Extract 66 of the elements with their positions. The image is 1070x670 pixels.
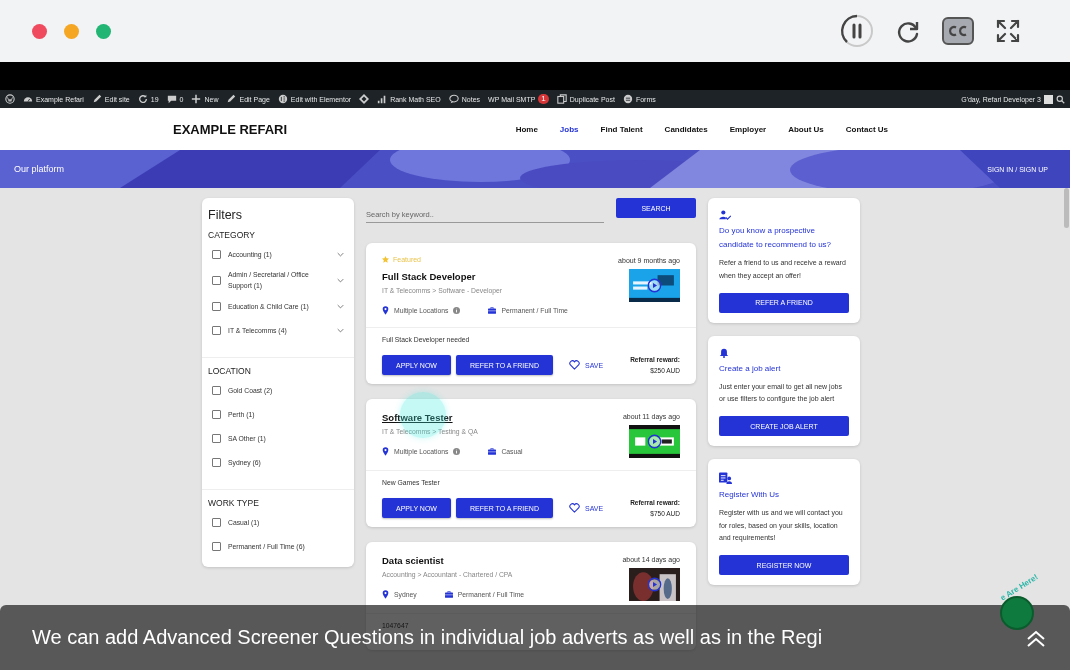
- refresh-icon: [137, 94, 148, 104]
- bell-icon: [719, 347, 729, 358]
- checkbox[interactable]: [212, 457, 221, 467]
- checkbox[interactable]: [212, 433, 221, 443]
- briefcase-icon: [488, 307, 497, 314]
- nav-link[interactable]: Find Talent: [600, 124, 643, 134]
- notification-badge: 1: [538, 94, 549, 104]
- speech-bubble-icon: [448, 94, 459, 104]
- wordpress-icon: [5, 94, 15, 104]
- filter-heading: LOCATION: [208, 366, 252, 376]
- close-window-control[interactable]: [32, 23, 47, 39]
- info-icon[interactable]: [453, 448, 461, 455]
- location-pin-icon: [382, 447, 389, 456]
- nav-link[interactable]: Jobs: [559, 124, 579, 134]
- checkbox[interactable]: [212, 409, 221, 419]
- star-icon: [382, 256, 389, 263]
- filters-title: Filters: [207, 208, 244, 222]
- gauge-icon: [23, 94, 33, 104]
- checkbox[interactable]: [212, 301, 221, 311]
- bar-chart-icon: [377, 94, 388, 104]
- job-title[interactable]: Software Tester: [382, 412, 623, 423]
- fullscreen-button[interactable]: [994, 17, 1022, 45]
- info-icon[interactable]: [453, 307, 461, 314]
- heart-icon: [568, 503, 580, 513]
- heart-icon: [568, 360, 580, 370]
- nav-link[interactable]: Contact Us: [845, 124, 888, 134]
- avatar: [1044, 94, 1053, 104]
- filter-heading: WORK TYPE: [208, 498, 260, 508]
- banner-title: Our platform: [14, 164, 64, 174]
- nav-link[interactable]: Candidates: [664, 124, 708, 134]
- filter-heading: CATEGORY: [208, 230, 256, 240]
- card-title[interactable]: Do you know a prospective candidate to recommend to us?: [719, 224, 849, 252]
- nav-link[interactable]: About Us: [788, 124, 824, 134]
- checkbox[interactable]: [212, 275, 221, 285]
- pencil-icon: [226, 94, 237, 104]
- circle-logo-icon: [277, 94, 288, 104]
- maximize-window-control[interactable]: [96, 23, 111, 39]
- briefcase-icon: [488, 448, 497, 455]
- location-pin-icon: [382, 306, 389, 315]
- checkbox[interactable]: [212, 517, 221, 527]
- job-title[interactable]: Full Stack Developer: [382, 271, 619, 282]
- checkbox[interactable]: [212, 249, 221, 259]
- checkbox[interactable]: [212, 541, 221, 551]
- briefcase-icon: [444, 591, 453, 598]
- comment-icon: [166, 94, 177, 104]
- location-pin-icon: [382, 590, 389, 599]
- nav-link[interactable]: Home: [515, 124, 538, 134]
- card-title[interactable]: Create a job alert: [719, 361, 849, 376]
- pause-button[interactable]: [840, 14, 874, 48]
- scrollbar[interactable]: [1064, 188, 1069, 228]
- nav-link[interactable]: Employer: [729, 124, 767, 134]
- search-icon[interactable]: [1056, 94, 1065, 104]
- checkbox[interactable]: [212, 325, 221, 335]
- captions-button[interactable]: [942, 17, 974, 45]
- chat-button[interactable]: [1000, 596, 1034, 630]
- card-title[interactable]: Register With Us: [719, 488, 849, 502]
- clipboard-person-icon: [719, 471, 732, 484]
- job-title[interactable]: Data scientist: [382, 555, 623, 566]
- person-check-icon: [719, 210, 731, 220]
- diamond-icon: [359, 94, 370, 104]
- pencil-icon: [91, 94, 102, 104]
- form-icon: [622, 94, 633, 104]
- checkbox[interactable]: [212, 385, 221, 395]
- copy-icon: [556, 94, 567, 104]
- plus-icon: [191, 94, 202, 104]
- site-logo[interactable]: EXAMPLE REFARI: [173, 121, 288, 137]
